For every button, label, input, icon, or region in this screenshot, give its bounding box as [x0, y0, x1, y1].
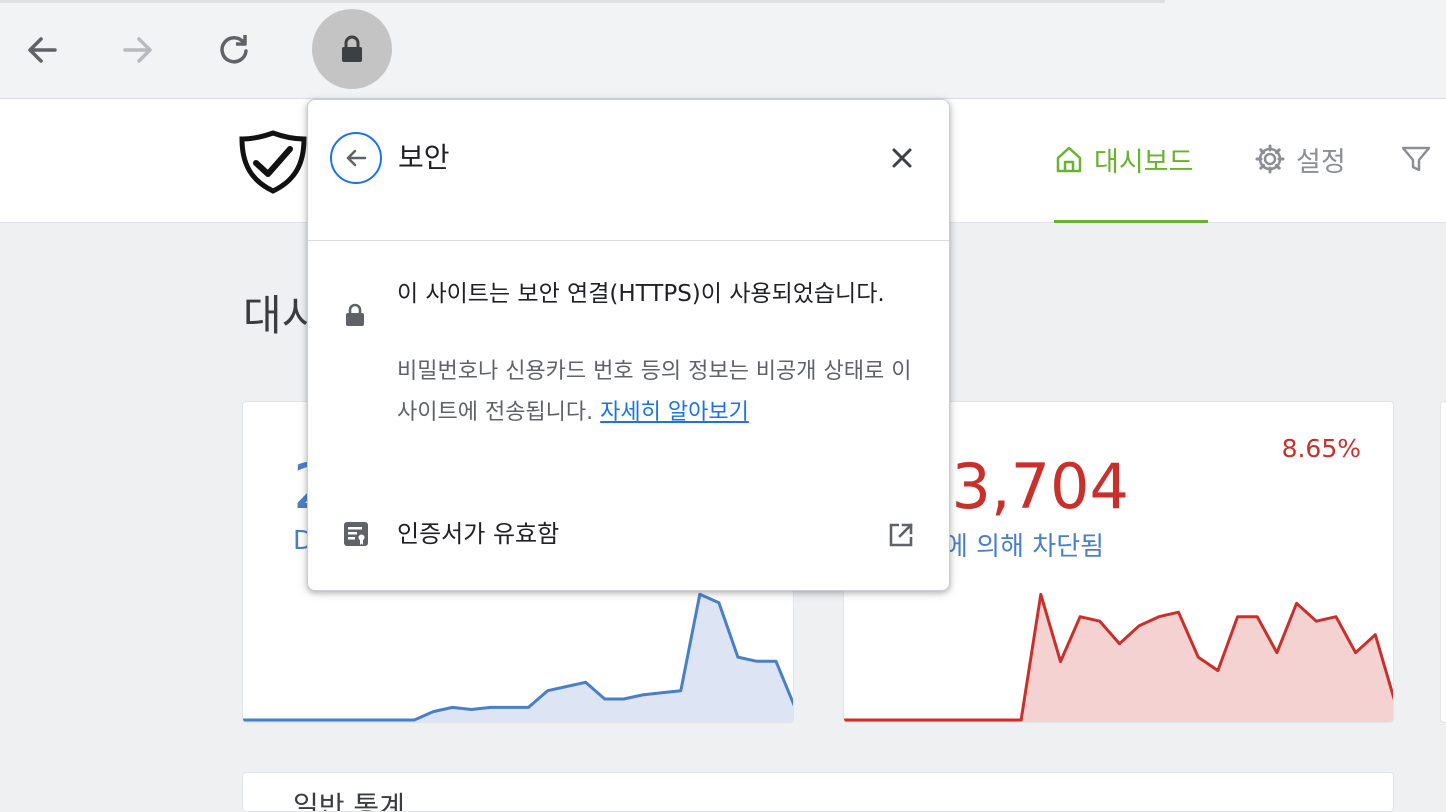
active-tab-indicator [1054, 220, 1208, 223]
learn-more-link[interactable]: 자세히 알아보기 [600, 400, 749, 425]
connection-description: 비밀번호나 신용카드 번호 등의 정보는 비공개 상태로 이 사이트에 전송됩니… [397, 351, 927, 433]
stat-card-partial [1440, 401, 1446, 723]
nav-settings[interactable]: 설정 [1254, 139, 1346, 179]
arrow-left-icon [346, 149, 367, 167]
nav-dashboard[interactable]: 대시보드 [1054, 139, 1193, 179]
security-popup: 보안 이 사이트는 보안 연결(HTTPS)이 사용되었습니다. 비밀번호나 신… [307, 99, 950, 591]
home-icon [1056, 146, 1082, 173]
nav-settings-label: 설정 [1296, 146, 1346, 178]
chart-area-fill [243, 594, 793, 722]
requests-chart [243, 592, 793, 722]
lock-icon [346, 303, 364, 326]
nav-filter[interactable] [1400, 139, 1432, 179]
general-stats-card: 일반 통계 [242, 772, 1394, 812]
forward-button[interactable] [110, 22, 166, 78]
popup-title: 보안 [398, 141, 450, 174]
back-button[interactable] [14, 22, 70, 78]
open-in-new-icon[interactable] [888, 522, 914, 548]
tab-strip-edge [0, 0, 1165, 3]
arrow-right-icon [123, 37, 152, 63]
blocked-percent: 8.65% [1281, 434, 1361, 463]
stat-label: 에 의해 차단됨 [944, 532, 1105, 562]
filter-icon [1401, 146, 1431, 172]
chart-area-fill [844, 594, 1393, 722]
popup-divider [308, 240, 949, 241]
certificate-valid-item[interactable]: 인증서가 유효함 [397, 514, 559, 549]
certificate-icon [344, 522, 368, 546]
reload-icon [220, 35, 248, 64]
gear-icon [1255, 144, 1285, 174]
lock-icon [342, 35, 362, 62]
arrow-left-icon [28, 37, 57, 63]
blocked-chart [844, 592, 1393, 722]
reload-button[interactable] [206, 22, 262, 78]
popup-close-button[interactable] [884, 140, 920, 176]
nav-dashboard-label: 대시보드 [1094, 146, 1194, 178]
browser-toolbar [0, 0, 1446, 99]
connection-secure-heading: 이 사이트는 보안 연결(HTTPS)이 사용되었습니다. [397, 281, 885, 307]
popup-back-button[interactable] [330, 132, 382, 184]
section-title: 일반 통계 [293, 790, 405, 812]
shield-check-icon [239, 130, 307, 194]
site-info-button[interactable] [312, 9, 392, 89]
close-icon [892, 148, 912, 168]
